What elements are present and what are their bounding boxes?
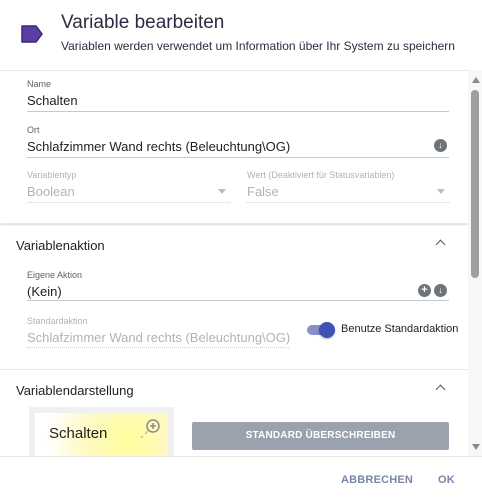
dialog-content[interactable]: Name Schalten Ort Schlafzimmer Wand rech… — [0, 70, 482, 456]
name-underline — [27, 111, 449, 112]
select-action-icon[interactable]: ↓ — [434, 284, 447, 297]
default-action-field: Standardaktion Schlafzimmer Wand rechts … — [27, 316, 291, 348]
own-action-underline — [27, 300, 449, 301]
chevron-down-icon — [218, 189, 226, 194]
toggle-knob — [319, 322, 335, 338]
use-default-action-toggle[interactable] — [307, 322, 335, 338]
value-value: False — [247, 184, 279, 199]
location-input[interactable]: Schlafzimmer Wand rechts (Beleuchtung\OG… — [27, 139, 290, 154]
location-field[interactable]: Ort Schlafzimmer Wand rechts (Beleuchtun… — [27, 125, 449, 158]
own-action-input[interactable]: (Kein) — [27, 284, 62, 299]
variable-type-select: Variablentyp Boolean — [27, 170, 230, 203]
dialog-subtitle: Variablen werden verwendet um Informatio… — [61, 39, 455, 53]
variable-type-value: Boolean — [27, 184, 75, 199]
variable-action-header[interactable]: Variablenaktion — [0, 224, 468, 264]
ok-button[interactable]: OK — [438, 474, 455, 486]
general-settings-card: Name Schalten Ort Schlafzimmer Wand rech… — [0, 71, 468, 223]
dialog-title: Variable bearbeiten — [61, 12, 225, 33]
dialog-header: Variable bearbeiten Variablen werden ver… — [0, 0, 482, 70]
scroll-up-arrow-icon[interactable] — [472, 77, 480, 83]
variable-display-header[interactable]: Variablendarstellung — [0, 369, 468, 409]
name-field[interactable]: Name Schalten — [27, 79, 449, 112]
own-action-label: Eigene Aktion — [27, 270, 83, 280]
name-label: Name — [27, 79, 52, 89]
variable-action-title: Variablenaktion — [16, 238, 105, 253]
zoom-in-icon[interactable] — [140, 417, 162, 439]
override-default-button[interactable]: STANDARD ÜBERSCHREIBEN — [192, 422, 449, 450]
default-action-underline — [27, 347, 289, 348]
variable-display-title: Variablendarstellung — [16, 383, 134, 398]
value-label: Wert (Deaktiviert für Statusvariablen) — [247, 170, 395, 180]
location-label: Ort — [27, 125, 40, 135]
chevron-down-icon — [437, 189, 445, 194]
default-action-label: Standardaktion — [27, 316, 88, 326]
select-location-icon[interactable]: ↓ — [434, 139, 447, 152]
name-input[interactable]: Schalten — [27, 93, 78, 108]
use-default-action-label: Benutze Standardaktion — [341, 323, 459, 335]
edit-variable-dialog: Variable bearbeiten Variablen werden ver… — [0, 0, 482, 500]
dialog-footer: ABBRECHEN OK — [0, 456, 482, 500]
value-select: Wert (Deaktiviert für Statusvariablen) F… — [247, 170, 449, 203]
chevron-up-icon[interactable] — [435, 384, 446, 395]
scroll-down-arrow-icon[interactable] — [472, 444, 480, 450]
own-action-field[interactable]: Eigene Aktion (Kein) + ↓ — [27, 270, 449, 302]
cancel-button[interactable]: ABBRECHEN — [341, 474, 413, 486]
location-underline — [27, 157, 449, 158]
preview-text: Schalten — [49, 425, 108, 442]
variable-type-underline — [27, 202, 230, 203]
vertical-scrollbar[interactable] — [468, 70, 482, 456]
scrollbar-thumb[interactable] — [471, 90, 479, 278]
add-action-icon[interactable]: + — [418, 284, 431, 297]
value-underline — [247, 202, 449, 203]
variable-preview-tile[interactable]: Schalten — [29, 407, 174, 456]
chevron-up-icon[interactable] — [435, 239, 446, 250]
variable-type-label: Variablentyp — [27, 170, 77, 180]
default-action-value: Schlafzimmer Wand rechts (Beleuchtung\OG… — [27, 330, 291, 345]
variable-tag-icon — [21, 25, 43, 43]
